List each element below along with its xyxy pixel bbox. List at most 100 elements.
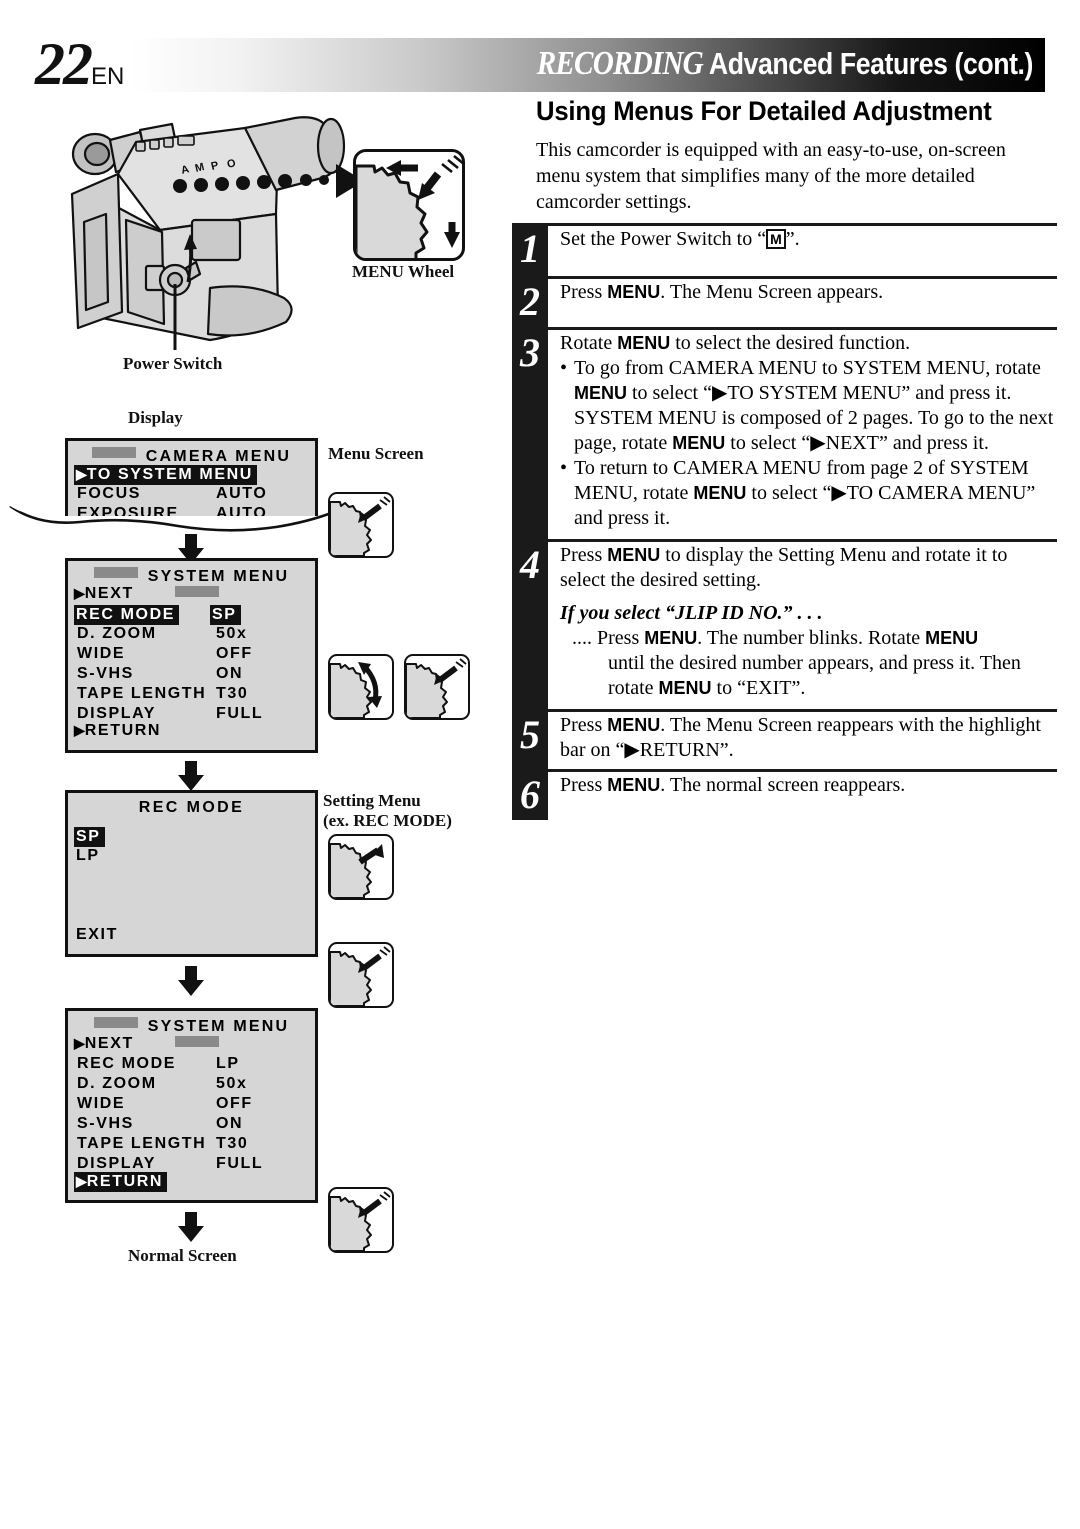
- flow-arrow-2: [178, 761, 204, 791]
- menu-row-next[interactable]: ▶NEXT: [68, 1035, 315, 1055]
- arrow-head: [178, 1226, 204, 1242]
- menu-keyword: MENU: [925, 628, 979, 648]
- step-1-body: Set the Power Switch to “M”.: [560, 226, 1057, 276]
- wheel-icon-rotate-2: [328, 834, 394, 900]
- menu-row-wide[interactable]: WIDE OFF: [68, 645, 315, 665]
- step-3-lead-1: Rotate: [560, 332, 618, 354]
- menu-row-label: WIDE: [77, 1095, 126, 1112]
- menu-row-rec-mode[interactable]: REC MODE SP: [68, 605, 315, 625]
- menu-row-value: OFF: [216, 1095, 253, 1112]
- arrow-head: [178, 980, 204, 996]
- step-2: 2 Press MENU. The Menu Screen appears.: [512, 276, 1057, 327]
- rec-mode-exit-label: EXIT: [76, 926, 118, 943]
- camera-menu-title: CAMERA MENU: [145, 448, 292, 465]
- menu-row-rec-mode[interactable]: REC MODE LP: [68, 1055, 315, 1075]
- menu-row-label: S-VHS: [77, 665, 134, 682]
- label-menu-wheel: MENU Wheel: [352, 262, 455, 281]
- step-2-text-1: Press: [560, 281, 608, 303]
- step-5-number: 5: [520, 712, 540, 757]
- menu-row-label: TAPE LENGTH: [77, 1135, 207, 1152]
- step-2-text-2: . The Menu Screen appears.: [660, 281, 884, 303]
- wheel-rotate-svg: [330, 662, 382, 718]
- triangle-icon: ▶: [74, 1035, 85, 1051]
- rec-mode-option-lp[interactable]: LP: [68, 847, 315, 867]
- rec-mode-title-row: REC MODE: [68, 799, 315, 817]
- page-number-value: 22: [35, 31, 93, 97]
- menu-row-label: TO SYSTEM MENU: [86, 466, 253, 483]
- step-4-subheading: If you select “JLIP ID NO.” . . .: [560, 602, 823, 624]
- menu-row-value: 50x: [216, 625, 248, 642]
- header-title-subtitle: Advanced Features (cont.): [708, 46, 1033, 81]
- menu-row-s-vhs[interactable]: S-VHS ON: [68, 1115, 315, 1135]
- menu-row-value: ON: [216, 1115, 244, 1132]
- menu-row-d-zoom[interactable]: D. ZOOM 50x: [68, 1075, 315, 1095]
- menu-wheel-detail-svg: [356, 154, 462, 258]
- menu-keyword: MENU: [672, 433, 726, 453]
- label-normal-screen: Normal Screen: [128, 1246, 237, 1265]
- menu-row-to-system-menu[interactable]: ▶TO SYSTEM MENU: [68, 465, 315, 485]
- screen-rec-mode: REC MODE SP LP EXIT: [65, 790, 318, 957]
- menu-row-d-zoom[interactable]: D. ZOOM 50x: [68, 625, 315, 645]
- menu-row-next[interactable]: ▶NEXT: [68, 585, 315, 605]
- menu-row-return-highlight: ▶RETURN: [74, 1172, 168, 1192]
- menu-row-return[interactable]: ▶RETURN: [68, 722, 161, 742]
- system-menu-lp-title: SYSTEM MENU: [147, 1018, 290, 1035]
- step-3-bullet-1: To go from CAMERA MENU to SYSTEM MENU, r…: [560, 356, 1057, 456]
- triangle-icon: ▶: [74, 585, 85, 601]
- label-setting-menu: Setting Menu (ex. REC MODE): [323, 791, 452, 831]
- menu-row-tape-length[interactable]: TAPE LENGTH T30: [68, 1135, 315, 1155]
- arrow-head: [178, 775, 204, 791]
- screen-system-menu-sp: SYSTEM MENU ▶NEXT REC MODE SP D. ZOOM 50…: [65, 558, 318, 753]
- flow-arrow-3: [178, 966, 204, 996]
- step-2-number: 2: [520, 279, 540, 324]
- header-title: RECORDING Advanced Features (cont.): [537, 45, 1034, 83]
- wheel-icon-press-4: [328, 1187, 394, 1253]
- menu-row-label-highlight: REC MODE: [74, 605, 180, 625]
- step-3-body: Rotate MENU to select the desired functi…: [560, 330, 1057, 539]
- section-intro: This camcorder is equipped with an easy-…: [536, 139, 1006, 213]
- menu-row-wide[interactable]: WIDE OFF: [68, 1095, 315, 1115]
- wheel-press-svg: [406, 658, 467, 718]
- rec-mode-option-sp[interactable]: SP: [68, 827, 315, 847]
- right-instruction-column: Using Menus For Detailed Adjustment This…: [512, 96, 1057, 820]
- menu-keyword: MENU: [617, 333, 671, 353]
- menu-row-return[interactable]: ▶RETURN: [68, 1172, 168, 1192]
- menu-row-s-vhs[interactable]: S-VHS ON: [68, 665, 315, 685]
- step-6-body: Press MENU. The normal screen reappears.: [560, 772, 1057, 820]
- menu-row-label: RETURN: [84, 722, 162, 739]
- menu-row-label: S-VHS: [77, 1115, 134, 1132]
- menu-row-value: OFF: [216, 645, 253, 662]
- rec-mode-exit[interactable]: EXIT: [68, 926, 118, 946]
- step-3-lead: Rotate MENU to select the desired functi…: [560, 331, 1057, 356]
- screen-system-menu-lp: SYSTEM MENU ▶NEXT REC MODE LP D. ZOOM 50…: [65, 1008, 318, 1203]
- menu-row-label: DISPLAY: [77, 705, 157, 722]
- torn-edge-decoration: [9, 500, 335, 532]
- flow-arrow-4: [178, 1212, 204, 1242]
- system-menu-title-row: SYSTEM MENU: [68, 567, 315, 597]
- title-block-left: [93, 567, 138, 578]
- menu-row-label: DISPLAY: [77, 1155, 157, 1172]
- step-1-text-before: Set the Power Switch to “: [560, 228, 767, 250]
- step-6-text-1: Press: [560, 774, 608, 796]
- label-display: Display: [128, 408, 183, 427]
- label-menu-screen: Menu Screen: [328, 444, 424, 463]
- step-5-body: Press MENU. The Menu Screen reappears wi…: [560, 712, 1057, 769]
- sub-text-1: .... Press: [572, 627, 645, 649]
- page-language-code: EN: [91, 63, 125, 90]
- menu-row-value: ON: [216, 665, 244, 682]
- rec-mode-option-highlight: SP: [74, 827, 105, 847]
- wheel-icon-press-2: [404, 654, 470, 720]
- wheel-icon-press-1: [328, 492, 394, 558]
- menu-row-label: NEXT: [84, 585, 134, 602]
- title-block-left: [93, 1017, 138, 1028]
- menu-row-value: T30: [216, 685, 249, 702]
- step-4-lead: Press MENU to display the Setting Menu a…: [560, 543, 1057, 593]
- bullet-1-text-3: to select “▶NEXT” and press it.: [725, 432, 989, 454]
- step-5: 5 Press MENU. The Menu Screen reappears …: [512, 709, 1057, 769]
- menu-row-label: D. ZOOM: [77, 1075, 157, 1092]
- step-2-body: Press MENU. The Menu Screen appears.: [560, 279, 1057, 327]
- step-3-bullet-2: To return to CAMERA MENU from page 2 of …: [560, 456, 1057, 531]
- wheel-press-svg: [330, 946, 391, 1006]
- menu-row-tape-length[interactable]: TAPE LENGTH T30: [68, 685, 315, 705]
- step-4: 4 Press MENU to display the Setting Menu…: [512, 539, 1057, 709]
